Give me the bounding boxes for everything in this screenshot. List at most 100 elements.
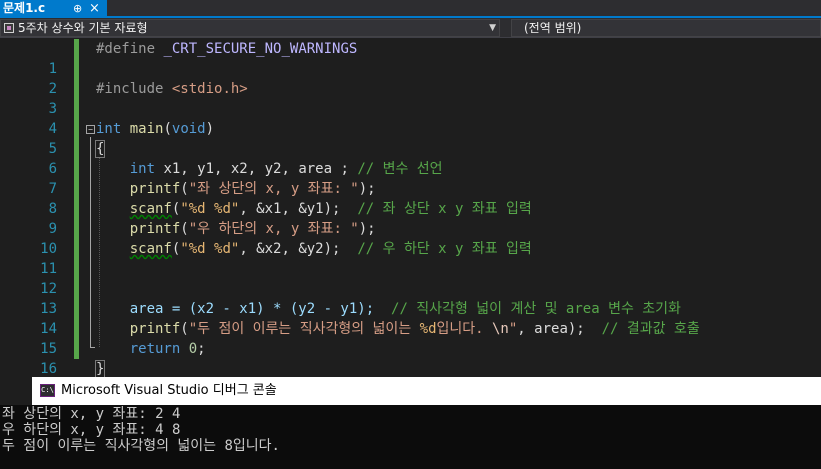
console-line: 좌 상단의 x, y 좌표: 2 4 — [2, 406, 181, 422]
comment: // 변수 선언 — [357, 161, 443, 177]
escape-sequence: \n — [492, 321, 509, 337]
format-string: "%d %d" — [180, 201, 240, 217]
macro-name: _CRT_SECURE_NO_WARNINGS — [163, 41, 358, 57]
format-specifier: %d — [419, 321, 437, 337]
line-number: 9 — [48, 221, 57, 237]
code-line: 7 printf("좌 상단의 x, y 좌표: "); — [0, 179, 821, 199]
line-number: 11 — [40, 261, 57, 277]
line-number: 13 — [40, 301, 57, 317]
string-literal: 입니다. — [436, 321, 492, 337]
console-app-icon: C:\ — [40, 384, 55, 397]
code-text: { — [94, 139, 106, 159]
code-line: 10 scanf("%d %d", &x2, &y2); // 우 하단 x y… — [0, 239, 821, 259]
function-name: main — [129, 121, 164, 137]
project-scope-dropdown[interactable]: 5주차 상수와 기본 자료형 ▼ — [0, 19, 500, 37]
comment: // 좌 상단 x y 좌표 입력 — [357, 201, 532, 217]
code-text: return 0; — [96, 339, 206, 359]
semicolon: ; — [332, 161, 349, 177]
member-scope-label: (전역 범위) — [524, 21, 582, 35]
console-title-bar[interactable]: C:\ Microsoft Visual Studio 디버그 콘솔 — [32, 377, 821, 405]
line-number: 1 — [48, 61, 57, 77]
line-number: 16 — [40, 361, 57, 377]
arguments: , &x2, &y2 — [239, 241, 324, 257]
line-number: 3 — [48, 101, 57, 117]
code-line: 4 − int main(void) — [0, 119, 821, 139]
comment: // 우 하단 x y 좌표 입력 — [357, 241, 532, 257]
collapse-icon[interactable]: − — [86, 125, 95, 134]
code-text: area = (x2 - x1) * (y2 - y1); // 직사각형 넓이… — [96, 299, 681, 319]
comment: // 결과값 호출 — [601, 321, 700, 337]
include-header: <stdio.h> — [171, 81, 248, 97]
line-number: 10 — [40, 241, 57, 257]
line-number: 15 — [40, 341, 57, 357]
paren: ( — [180, 181, 189, 197]
declaration: x1, y1, x2, y2, area — [163, 161, 333, 177]
function-call: printf — [129, 321, 181, 337]
paren: ); — [358, 221, 376, 237]
code-line: 16 } — [0, 359, 821, 379]
code-line: 12 — [0, 279, 821, 299]
code-line: #define _CRT_SECURE_NO_WARNINGS — [0, 39, 821, 59]
paren: ( — [163, 121, 172, 137]
console-title: Microsoft Visual Studio 디버그 콘솔 — [61, 383, 277, 398]
keyword: int — [96, 121, 122, 137]
code-text: scanf("%d %d", &x2, &y2); // 우 하단 x y 좌표… — [96, 239, 532, 259]
close-tab-icon[interactable]: × — [89, 0, 100, 17]
keyword: int — [129, 161, 156, 177]
tab-title: 문제1.c — [3, 1, 46, 15]
navigation-bar: 5주차 상수와 기본 자료형 ▼ (전역 범위) — [0, 18, 821, 38]
code-line: 13 area = (x2 - x1) * (y2 - y1); // 직사각형… — [0, 299, 821, 319]
paren: ); — [323, 241, 341, 257]
string-literal: "두 점이 이루는 직사각형의 넓이는 — [188, 321, 420, 337]
preprocessor-directive: #define — [96, 41, 156, 57]
format-string: "%d %d" — [180, 241, 240, 257]
line-number: 7 — [48, 181, 57, 197]
code-line: 14 printf("두 점이 이루는 직사각형의 넓이는 %d입니다. \n"… — [0, 319, 821, 339]
member-scope-dropdown[interactable]: (전역 범위) — [511, 19, 821, 37]
close-brace: } — [94, 360, 106, 378]
console-output[interactable]: 좌 상단의 x, y 좌표: 2 4 우 하단의 x, y 좌표: 4 8 두 … — [0, 405, 821, 469]
code-text: printf("두 점이 이루는 직사각형의 넓이는 %d입니다. \n", a… — [96, 319, 700, 339]
keyword: void — [171, 121, 206, 137]
line-number: 12 — [40, 281, 57, 297]
function-call: scanf — [129, 201, 172, 217]
code-text: } — [94, 359, 106, 379]
tab-file-c[interactable]: 문제1.c ⊕ × — [0, 0, 107, 17]
line-number: 6 — [48, 161, 57, 177]
function-call: scanf — [129, 241, 172, 257]
console-line: 우 하단의 x, y 좌표: 4 8 — [2, 422, 181, 438]
console-line: 두 점이 이루는 직사각형의 넓이는 8입니다. — [2, 438, 280, 454]
code-line: 1 — [0, 59, 821, 79]
code-text: #define _CRT_SECURE_NO_WARNINGS — [96, 39, 357, 59]
keyword: return — [129, 341, 181, 357]
open-brace: { — [94, 140, 106, 158]
line-number: 14 — [40, 321, 57, 337]
string-literal: "우 하단의 x, y 좌표: " — [188, 221, 359, 237]
project-scope-label: 5주차 상수와 기본 자료형 — [18, 21, 148, 35]
code-line: 11 — [0, 259, 821, 279]
project-icon — [4, 23, 14, 33]
code-text: scanf("%d %d", &x1, &y1); // 좌 상단 x y 좌표… — [96, 199, 532, 219]
paren: ); — [567, 321, 585, 337]
arguments: , area — [517, 321, 568, 337]
function-call: printf — [129, 221, 181, 237]
chevron-down-icon: ▼ — [489, 23, 496, 33]
line-number: 5 — [48, 141, 57, 157]
string-literal: "좌 상단의 x, y 좌표: " — [188, 181, 359, 197]
code-text: printf("좌 상단의 x, y 좌표: "); — [96, 179, 376, 199]
code-line: 6 int x1, y1, x2, y2, area ; // 변수 선언 — [0, 159, 821, 179]
paren: ); — [358, 181, 376, 197]
line-number: 2 — [48, 81, 57, 97]
paren: ); — [323, 201, 341, 217]
pin-icon[interactable]: ⊕ — [73, 0, 82, 17]
preprocessor-directive: #include — [96, 81, 164, 97]
line-number: 8 — [48, 201, 57, 217]
code-line: 15 return 0; — [0, 339, 821, 359]
comment: // 직사각형 넓이 계산 및 area 변수 초기화 — [391, 301, 681, 317]
paren: ) — [205, 121, 215, 137]
paren: ( — [180, 221, 189, 237]
code-line: 2 #include <stdio.h> — [0, 79, 821, 99]
number-literal: 0 — [188, 341, 198, 357]
semicolon: ; — [197, 341, 206, 357]
code-editor[interactable]: #define _CRT_SECURE_NO_WARNINGS 1 2 #inc… — [0, 39, 821, 378]
